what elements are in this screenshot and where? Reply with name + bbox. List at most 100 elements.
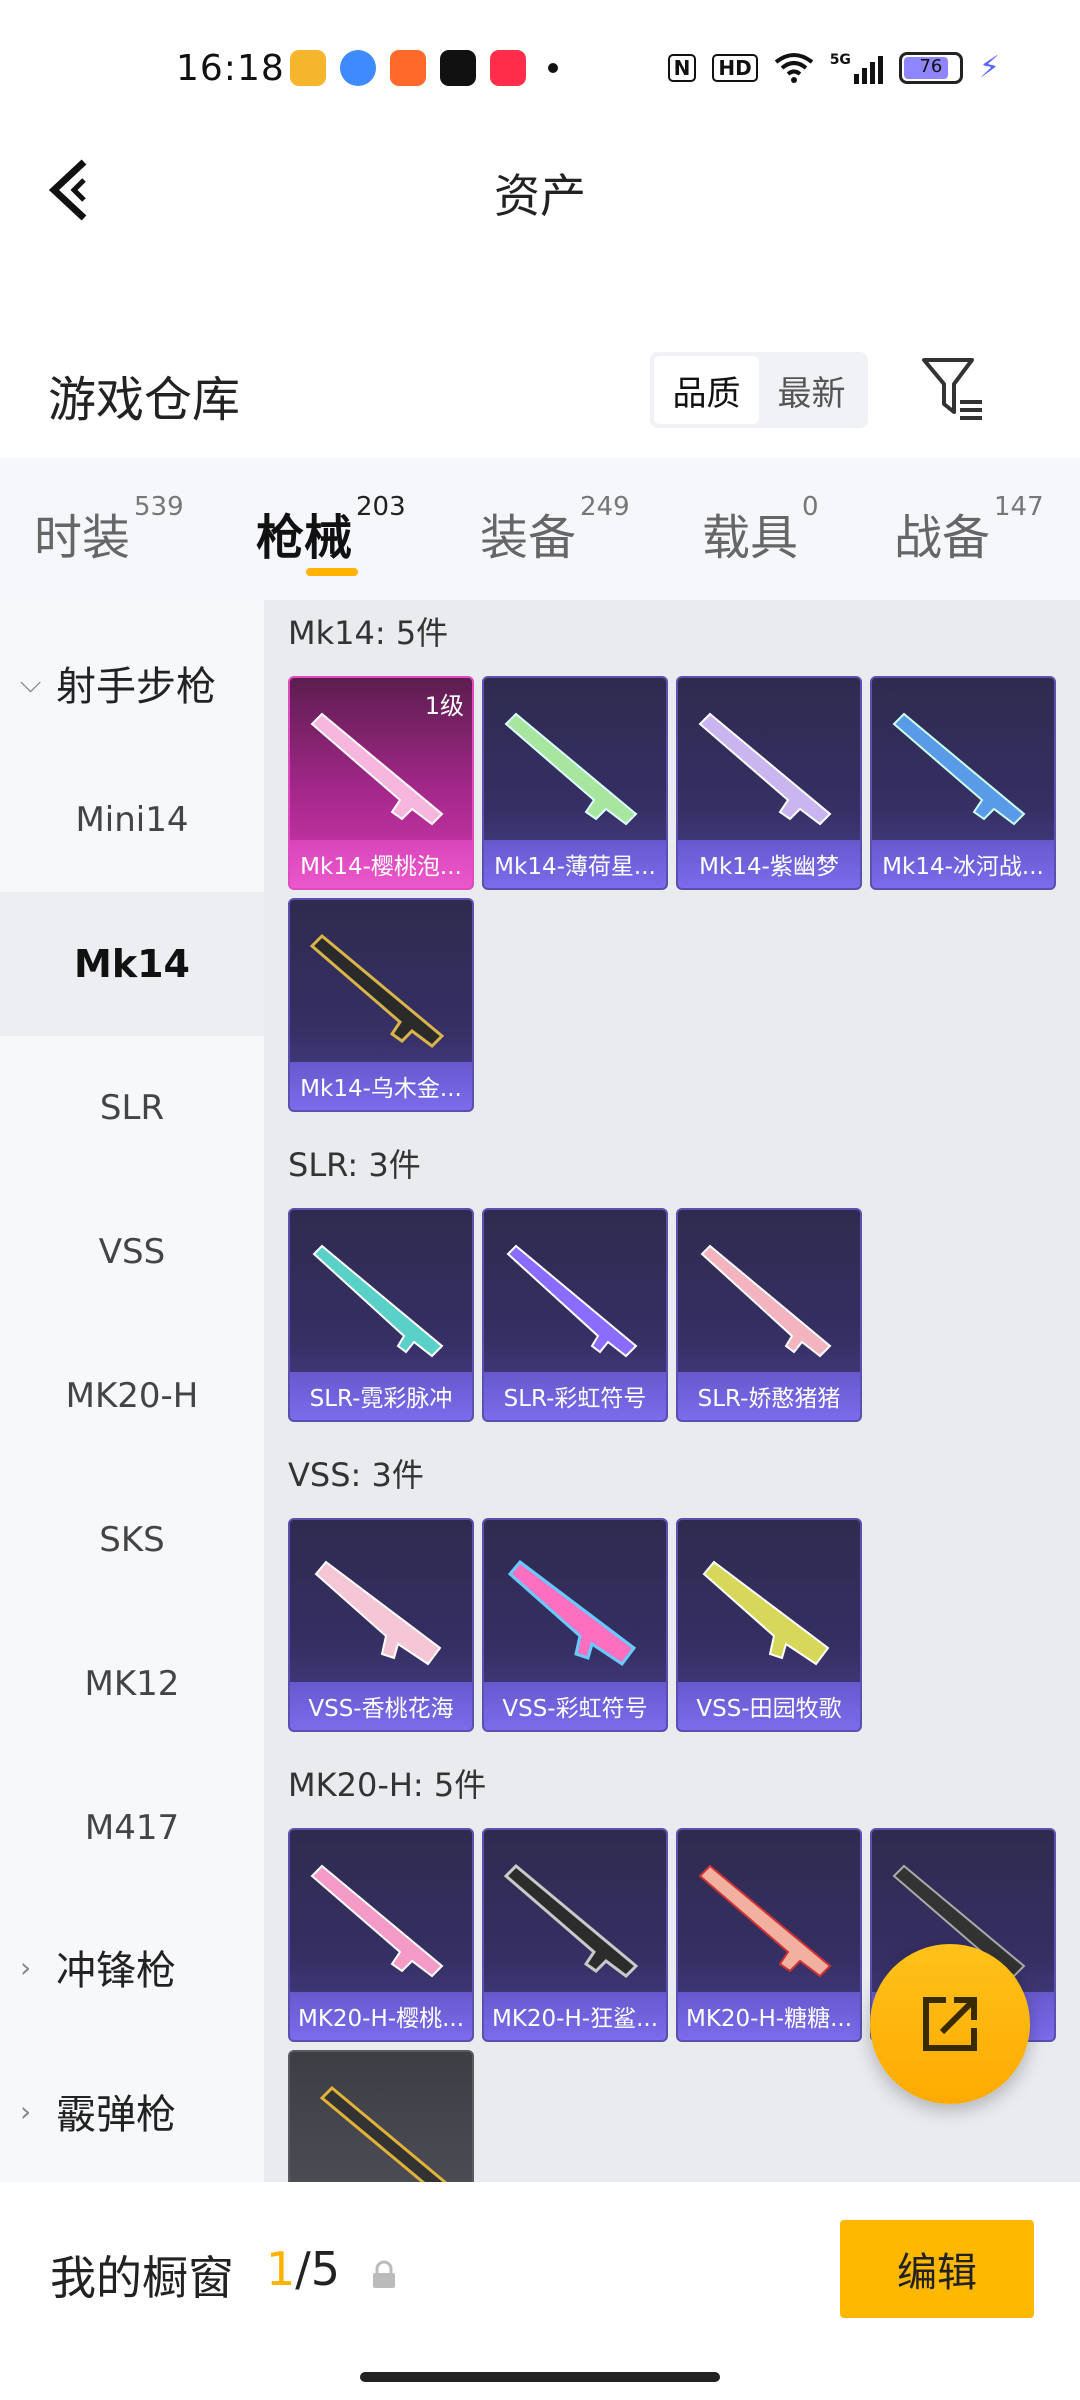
tab-label: 载具 <box>702 510 799 566</box>
lock-icon <box>373 2260 395 2288</box>
skin-card[interactable]: 1级 Mk14-樱桃泡... <box>288 676 474 890</box>
showcase-count: 1/5 <box>266 2242 340 2296</box>
tab-supplies[interactable]: 战备147 <box>894 492 1044 568</box>
sidebar-item-m417[interactable]: M417 <box>0 1756 264 1900</box>
skin-card[interactable]: SLR-霓彩脉冲 <box>288 1208 474 1422</box>
rifle-icon <box>507 1559 637 1667</box>
sidebar-group-label: 冲锋枪 <box>56 1948 176 1994</box>
tab-count: 147 <box>994 492 1044 522</box>
showcase-current: 1 <box>266 2242 296 2296</box>
edit-button[interactable]: 编辑 <box>840 2220 1034 2318</box>
skin-card[interactable] <box>288 2050 474 2182</box>
rifle-icon <box>892 712 1026 826</box>
share-fab-button[interactable] <box>870 1944 1030 2104</box>
sidebar-group-label: 霰弹枪 <box>56 2092 176 2138</box>
card-label: Mk14-紫幽梦 <box>678 840 860 888</box>
charging-icon: ⚡ <box>978 50 1000 85</box>
group-title-slr: SLR: 3件 <box>288 1146 421 1184</box>
card-label: SLR-娇憨猪猪 <box>678 1372 860 1420</box>
filter-icon[interactable] <box>920 354 984 424</box>
status-indicators: N HD 5G 76 ⚡ <box>667 50 1000 85</box>
rifle-icon <box>700 1244 832 1358</box>
tab-count: 0 <box>802 492 819 522</box>
sidebar-item-mk14[interactable]: Mk14 <box>0 892 264 1036</box>
page-title: 资产 <box>494 169 586 223</box>
skin-card[interactable]: Mk14-薄荷星... <box>482 676 668 890</box>
tab-label: 战备 <box>894 510 991 566</box>
tab-label: 时装 <box>34 510 131 566</box>
tab-fashion[interactable]: 时装539 <box>34 492 184 568</box>
tiktok-notification-icon <box>440 50 476 86</box>
tab-count: 539 <box>134 492 184 522</box>
skin-card[interactable]: VSS-香桃花海 <box>288 1518 474 1732</box>
tab-vehicles[interactable]: 载具0 <box>702 492 819 568</box>
card-label: VSS-香桃花海 <box>290 1682 472 1730</box>
skin-card[interactable]: SLR-彩虹符号 <box>482 1208 668 1422</box>
signal-icon: 5G <box>830 52 883 84</box>
tab-count: 249 <box>580 492 630 522</box>
tab-count: 203 <box>356 492 406 522</box>
tab-weapons[interactable]: 枪械203 <box>256 492 406 568</box>
group-title-mk14: Mk14: 5件 <box>288 614 449 652</box>
music-notification-icon <box>490 50 526 86</box>
card-label: SLR-彩虹符号 <box>484 1372 666 1420</box>
skin-card[interactable]: Mk14-乌木金... <box>288 898 474 1112</box>
group-title-mk20h: MK20-H: 5件 <box>288 1766 487 1804</box>
tab-equipment[interactable]: 装备249 <box>480 492 630 568</box>
skin-card[interactable]: VSS-田园牧歌 <box>676 1518 862 1732</box>
sidebar-group-smg[interactable]: › 冲锋枪 <box>20 1938 176 1996</box>
card-label: MK20-H-樱桃... <box>290 1992 472 2040</box>
skin-card[interactable]: MK20-H-糖糖... <box>676 1828 862 2042</box>
sort-newest-button[interactable]: 最新 <box>759 356 864 424</box>
sort-toggle: 品质 最新 <box>650 352 868 428</box>
sidebar-group-label: 射手步枪 <box>56 664 216 710</box>
showcase-label: 我的橱窗 <box>50 2251 234 2305</box>
chevron-down-icon: ⌵ <box>20 666 42 699</box>
app-notification-icon <box>290 50 326 86</box>
skin-card[interactable]: VSS-彩虹符号 <box>482 1518 668 1732</box>
skin-card[interactable]: MK20-H-狂鲨... <box>482 1828 668 2042</box>
showcase-bar: 我的橱窗 1/5 编辑 <box>0 2182 1080 2400</box>
card-label: Mk14-樱桃泡... <box>290 840 472 888</box>
weapon-category-sidebar: ⌵ 射手步枪 Mini14 Mk14 SLR VSS MK20-H SKS MK… <box>0 600 264 2182</box>
sidebar-group-marksman[interactable]: ⌵ 射手步枪 <box>20 654 216 712</box>
tab-label: 枪械 <box>256 510 353 566</box>
sidebar-item-mk12[interactable]: MK12 <box>0 1612 264 1756</box>
rifle-icon <box>504 712 638 826</box>
section-title: 游戏仓库 <box>48 372 241 428</box>
card-label: Mk14-薄荷星... <box>484 840 666 888</box>
card-label: VSS-彩虹符号 <box>484 1682 666 1730</box>
skin-card[interactable]: SLR-娇憨猪猪 <box>676 1208 862 1422</box>
sidebar-item-mini14[interactable]: Mini14 <box>0 748 264 892</box>
rifle-icon <box>506 1244 638 1358</box>
network-type: 5G <box>829 51 851 68</box>
sidebar-group-shotgun[interactable]: › 霰弹枪 <box>20 2082 176 2140</box>
battery-level: 76 <box>919 55 943 77</box>
active-tab-indicator <box>306 568 358 576</box>
sort-quality-button[interactable]: 品质 <box>654 356 759 424</box>
chevron-right-icon: › <box>20 1950 32 1984</box>
rifle-icon <box>702 1560 830 1666</box>
card-label: Mk14-冰河战... <box>872 840 1054 888</box>
card-label: Mk14-乌木金... <box>290 1062 472 1110</box>
share-icon <box>923 1997 977 2051</box>
sidebar-item-vss[interactable]: VSS <box>0 1180 264 1324</box>
tab-label: 装备 <box>480 510 577 566</box>
sidebar-item-mk20h[interactable]: MK20-H <box>0 1324 264 1468</box>
skin-card[interactable]: Mk14-紫幽梦 <box>676 676 862 890</box>
skin-card[interactable]: MK20-H-樱桃... <box>288 1828 474 2042</box>
rifle-icon <box>312 1244 444 1358</box>
status-time: 16:18 <box>176 48 285 89</box>
notification-icons <box>290 50 558 86</box>
home-indicator[interactable] <box>360 2372 720 2382</box>
sidebar-item-sks[interactable]: SKS <box>0 1468 264 1612</box>
category-tabs: 时装539 枪械203 装备249 载具0 战备147 <box>0 458 1080 600</box>
rifle-icon <box>314 1560 442 1666</box>
card-label: VSS-田园牧歌 <box>678 1682 860 1730</box>
showcase-total: /5 <box>295 2242 341 2296</box>
chevron-right-icon: › <box>20 2094 32 2128</box>
status-bar: 16:18 N HD 5G 76 ⚡ <box>0 0 1080 140</box>
skin-card[interactable]: Mk14-冰河战... <box>870 676 1056 890</box>
sidebar-item-slr[interactable]: SLR <box>0 1036 264 1180</box>
rifle-icon <box>698 712 832 826</box>
